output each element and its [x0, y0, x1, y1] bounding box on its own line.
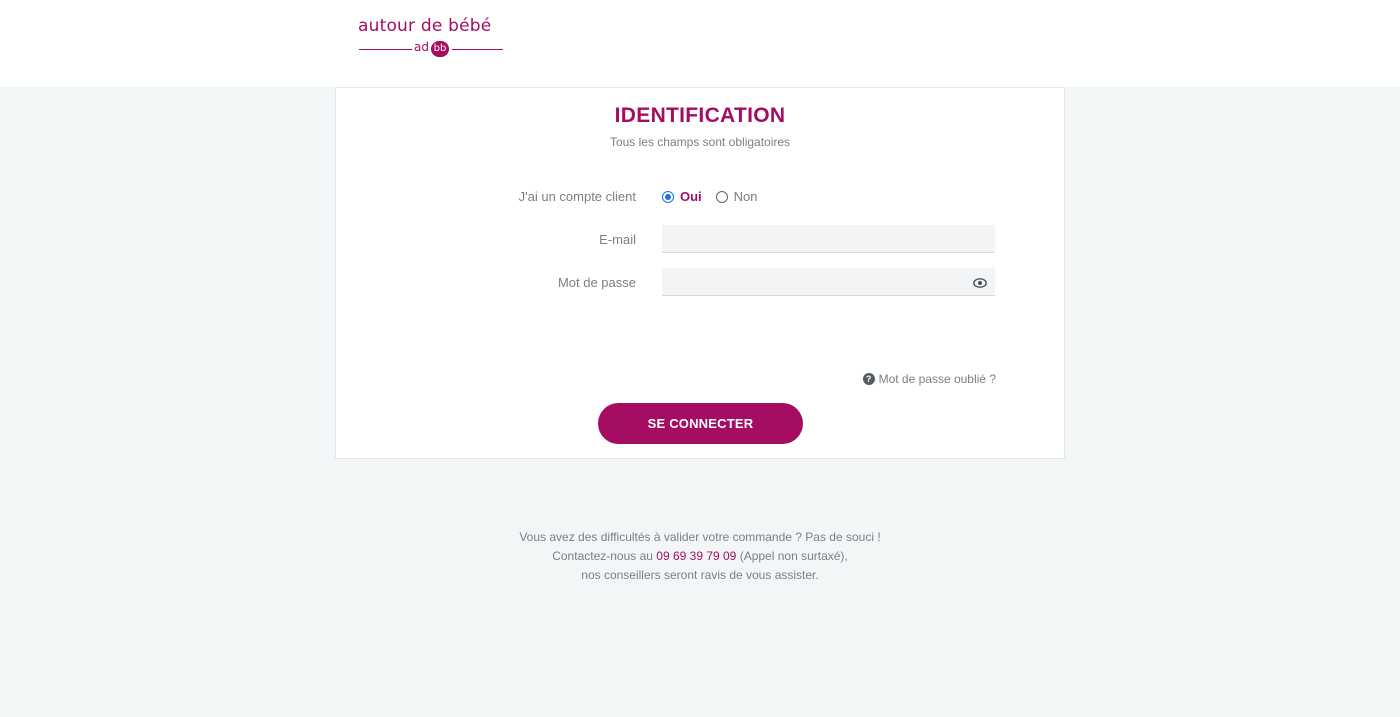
help-line-2-prefix: Contactez-nous au [552, 549, 657, 563]
forgot-password-label: Mot de passe oublié ? [878, 372, 996, 386]
brand-logo[interactable]: autour de bébé ad bb [356, 16, 506, 64]
password-label: Mot de passe [557, 275, 636, 290]
password-field[interactable] [662, 268, 995, 296]
account-question-label: J'ai un compte client [518, 189, 636, 204]
question-circle-icon: ? [862, 373, 875, 385]
radio-oui-label: Oui [680, 189, 702, 204]
help-line-2-suffix: (Appel non surtaxé), [736, 549, 848, 563]
email-label: E-mail [599, 232, 636, 247]
logo-wordmark: autour de bébé [358, 16, 492, 36]
email-field[interactable] [662, 225, 995, 253]
help-line-1: Vous avez des difficultés à valider votr… [519, 530, 881, 544]
help-text: Vous avez des difficultés à valider votr… [0, 528, 1400, 585]
logo-line-right [452, 49, 503, 50]
login-card: IDENTIFICATION Tous les champs sont obli… [335, 87, 1065, 459]
radio-non[interactable]: Non [715, 189, 758, 204]
phone-number-link[interactable]: 09 69 39 79 09 [656, 549, 736, 563]
radio-non-dot[interactable] [715, 190, 728, 203]
login-button[interactable]: SE CONNECTER [598, 403, 803, 444]
radio-non-label: Non [733, 189, 758, 204]
account-radio-group: Oui Non [662, 189, 758, 204]
forgot-password-link[interactable]: ? Mot de passe oublié ? [856, 372, 996, 386]
help-line-3: nos conseillers seront ravis de vous ass… [581, 568, 819, 582]
help-line-2: Contactez-nous au 09 69 39 79 09 (Appel … [0, 547, 1400, 566]
site-header: autour de bébé ad bb [0, 0, 1400, 87]
page-title: IDENTIFICATION [614, 104, 786, 127]
logo-ad: ad [414, 40, 429, 54]
eye-icon[interactable] [973, 278, 987, 288]
logo-bb-badge: bb [431, 41, 449, 57]
logo-line-left [359, 49, 412, 50]
page-subtitle: Tous les champs sont obligatoires [609, 135, 791, 149]
radio-oui[interactable]: Oui [662, 189, 716, 204]
radio-oui-dot[interactable] [662, 190, 674, 203]
